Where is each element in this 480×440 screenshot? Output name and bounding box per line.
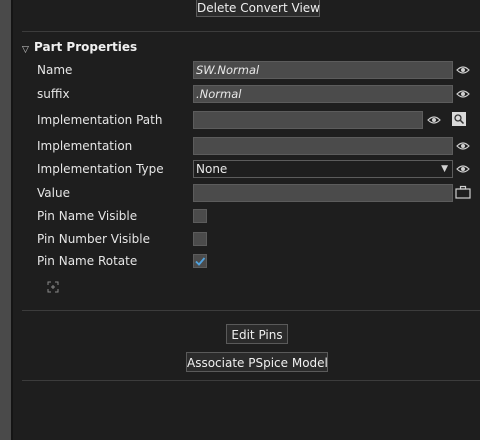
divider-middle — [22, 310, 480, 311]
pin-number-visible-checkbox[interactable] — [193, 232, 207, 246]
suffix-field[interactable]: .Normal — [193, 85, 453, 103]
eye-icon[interactable] — [455, 63, 471, 77]
part-properties-header[interactable]: ▽ Part Properties — [22, 40, 138, 55]
value-field[interactable] — [193, 184, 453, 202]
briefcase-icon[interactable] — [455, 185, 471, 199]
divider-bottom — [22, 380, 480, 381]
implementation-type-value: None — [196, 162, 228, 176]
implementation-path-field[interactable] — [193, 111, 423, 129]
section-title-text: Part Properties — [34, 40, 138, 54]
value-label: Value — [37, 186, 70, 200]
left-scroll-strip — [0, 0, 11, 440]
chevron-down-icon: ▽ — [22, 45, 29, 55]
left-divider — [11, 0, 13, 440]
checkmark-icon — [195, 257, 206, 266]
search-icon[interactable] — [452, 112, 466, 126]
eye-icon[interactable] — [455, 139, 471, 153]
pin-name-visible-label: Pin Name Visible — [37, 209, 138, 223]
suffix-label: suffix — [37, 87, 70, 101]
eye-icon[interactable] — [455, 162, 471, 176]
pin-number-visible-label: Pin Number Visible — [37, 232, 150, 246]
implementation-type-label: Implementation Type — [37, 162, 164, 176]
implementation-path-label: Implementation Path — [37, 113, 163, 127]
name-label: Name — [37, 63, 73, 77]
associate-pspice-model-button[interactable]: Associate PSpice Model — [186, 352, 328, 372]
eye-icon[interactable] — [426, 113, 442, 127]
divider-top — [22, 31, 480, 32]
implementation-field[interactable] — [193, 137, 453, 155]
pin-name-rotate-label: Pin Name Rotate — [37, 254, 138, 268]
pin-name-visible-checkbox[interactable] — [193, 209, 207, 223]
name-field[interactable]: SW.Normal — [193, 61, 453, 79]
implementation-label: Implementation — [37, 139, 133, 153]
delete-convert-view-button[interactable]: Delete Convert View — [196, 0, 320, 17]
pin-name-rotate-checkbox[interactable] — [193, 254, 207, 268]
eye-icon[interactable] — [455, 87, 471, 101]
chevron-down-icon: ▼ — [441, 164, 448, 174]
edit-pins-button[interactable]: Edit Pins — [226, 324, 288, 344]
expand-icon[interactable] — [46, 280, 60, 294]
implementation-type-select[interactable]: None ▼ — [193, 160, 453, 178]
